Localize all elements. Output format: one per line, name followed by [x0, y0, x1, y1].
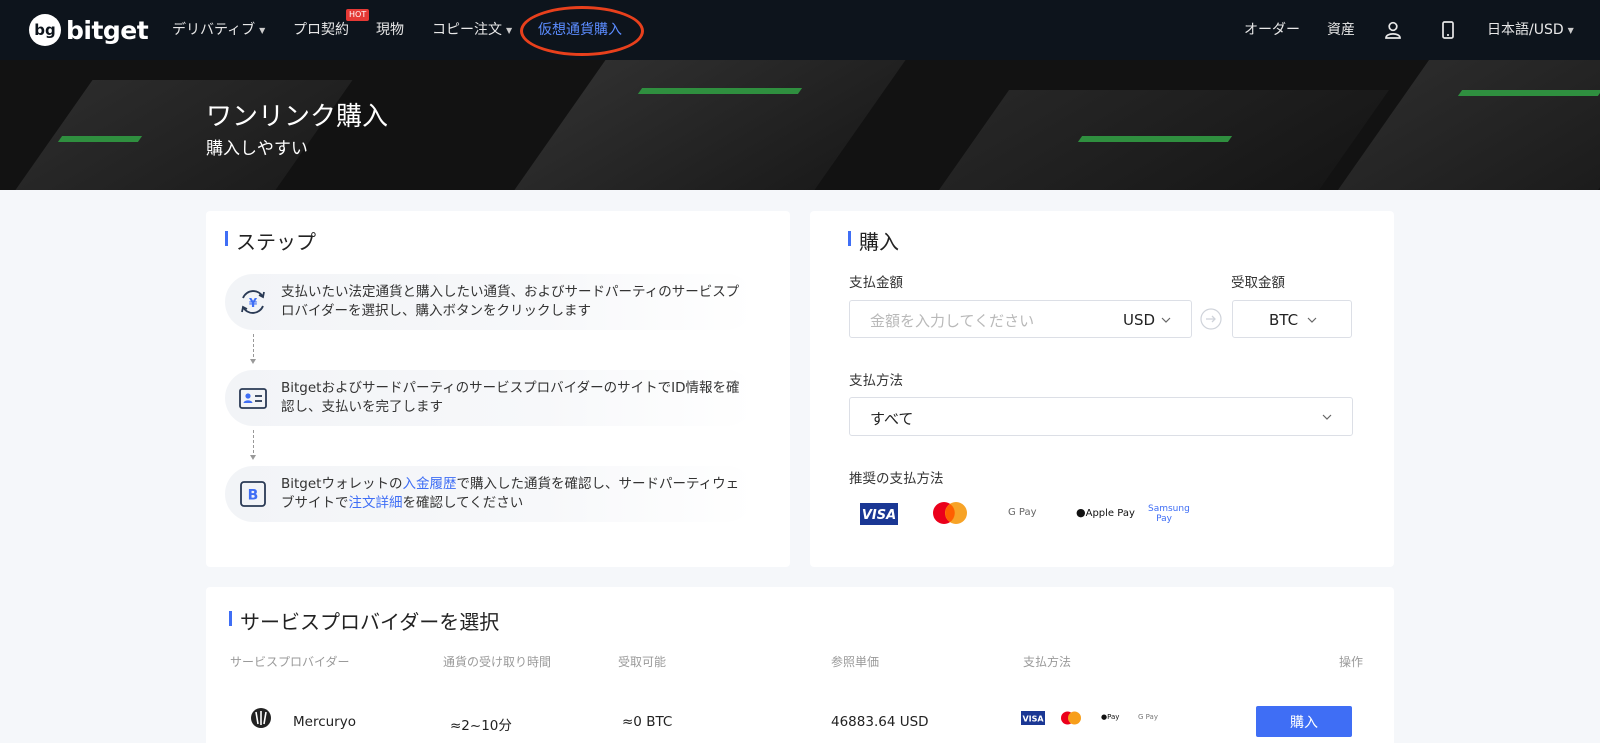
step-1-text: 支払いたい法定通貨と購入したい通貨、およびサードパーティのサービスプロバイダーを…	[281, 284, 740, 319]
apple-pay-small-icon: ●Pay	[1101, 713, 1120, 721]
top-navbar: bg bitget デリバティブ ▼ プロ契約 HOT 現物 コピー注文 ▼ 仮想通…	[0, 0, 1600, 60]
svg-text:¥: ¥	[249, 296, 258, 310]
banner-green-stripe	[1077, 136, 1233, 142]
step-1: ¥ 支払いたい法定通貨と購入したい通貨、およびサードパーティのサービスプロバイダ…	[225, 274, 755, 330]
banner-green-stripe	[57, 136, 143, 142]
deposit-history-link[interactable]: 入金履歴	[402, 476, 456, 492]
svg-text:VISA: VISA	[1022, 715, 1044, 724]
nav-pro-contract-label: プロ契約	[293, 22, 349, 38]
caret-down-icon: ▼	[1567, 25, 1574, 35]
banner-green-stripe	[637, 88, 803, 94]
banner-title: ワンリンク購入	[206, 102, 389, 132]
samsung-pay-logo-icon: Samsung Pay	[1148, 504, 1190, 524]
mercuryo-logo-icon	[251, 708, 271, 728]
highlight-circle	[520, 6, 644, 56]
column-receivable: 受取可能	[618, 655, 667, 669]
step-connector	[250, 430, 256, 460]
pay-method-label: 支払方法	[849, 373, 903, 389]
nav-spot-label: 現物	[376, 22, 404, 38]
arrow-right-circle-icon	[1200, 308, 1222, 330]
pay-amount-placeholder: 金額を入力してください	[870, 312, 1035, 330]
step-connector	[250, 334, 256, 364]
pay-method-select[interactable]: すべて	[849, 397, 1353, 436]
banner-decoration	[500, 60, 920, 190]
step-2: BitgetおよびサードパーティのサービスプロバイダーのサイトでID情報を確認し…	[225, 370, 755, 426]
caret-down-icon: ▼	[506, 25, 513, 35]
column-provider: サービスプロバイダー	[230, 655, 350, 669]
nav-assets-label: 資産	[1327, 22, 1355, 38]
provider-time: ≈2~10分	[450, 718, 512, 734]
column-payment: 支払方法	[1023, 655, 1072, 669]
providers-title: サービスプロバイダーを選択	[228, 606, 499, 635]
nav-spot[interactable]: 現物	[376, 19, 404, 39]
nav-copy-trade-label: コピー注文	[432, 22, 502, 38]
banner-decoration	[1323, 60, 1600, 190]
caret-down-icon: ▼	[259, 25, 266, 35]
provider-price: 46883.64 USD	[831, 714, 929, 730]
receive-amount-label: 受取金額	[1231, 275, 1285, 291]
step-3-text-c: を確認してください	[402, 495, 524, 511]
steps-title: ステップ	[225, 226, 316, 255]
step-3-text-a: Bitgetウォレットの	[281, 476, 403, 492]
google-pay-logo-icon: G Pay	[1008, 507, 1037, 518]
crypto-currency-value: BTC	[1269, 311, 1299, 329]
pay-method-value: すべて	[870, 410, 914, 428]
user-icon[interactable]	[1383, 20, 1403, 40]
fiat-currency-value: USD	[1123, 311, 1156, 329]
nav-copy-trade[interactable]: コピー注文 ▼	[432, 19, 512, 39]
column-time: 通貨の受け取り時間	[443, 655, 552, 669]
fiat-currency-select[interactable]: USD	[1123, 311, 1155, 329]
nav-orders[interactable]: オーダー	[1244, 19, 1300, 39]
nav-assets[interactable]: 資産	[1327, 19, 1355, 39]
buy-title: 購入	[848, 226, 899, 255]
chevron-down-icon	[1322, 414, 1332, 420]
nav-orders-label: オーダー	[1244, 22, 1300, 38]
mastercard-small-icon	[1061, 711, 1081, 725]
bitget-wallet-icon: B	[240, 481, 266, 507]
visa-logo-text: VISA	[862, 508, 896, 523]
chevron-down-icon	[1161, 317, 1171, 323]
mobile-icon[interactable]	[1438, 20, 1458, 40]
step-3-text: Bitgetウォレットの入金履歴で購入した通貨を確認し、サードパーティウェブサイ…	[281, 475, 751, 513]
column-action: 操作	[1339, 655, 1364, 669]
svg-text:B: B	[248, 488, 259, 504]
google-pay-small-icon: G Pay	[1138, 713, 1158, 721]
provider-name: Mercuryo	[293, 714, 356, 730]
apple-pay-logo-icon: ●Apple Pay	[1076, 506, 1135, 519]
pay-amount-label: 支払金額	[849, 275, 903, 291]
banner-subtitle: 購入しやすい	[206, 139, 308, 159]
recommended-methods-label: 推奨の支払方法	[849, 471, 944, 487]
mastercard-logo-icon	[933, 502, 967, 524]
hero-banner: ワンリンク購入 購入しやすい	[0, 60, 1600, 190]
banner-green-stripe	[1457, 90, 1600, 96]
currency-exchange-icon: ¥	[241, 290, 265, 314]
order-details-link[interactable]: 注文詳細	[349, 495, 403, 511]
buy-button[interactable]: 購入	[1256, 706, 1352, 737]
visa-small-icon: VISA	[1021, 711, 1045, 725]
bitget-logo-icon: bg	[29, 14, 61, 46]
id-card-icon	[239, 388, 267, 409]
bitget-logo[interactable]: bg bitget	[29, 14, 149, 46]
step-3: B Bitgetウォレットの入金履歴で購入した通貨を確認し、サードパーティウェブ…	[225, 466, 755, 522]
visa-logo-icon: VISA	[860, 503, 898, 525]
language-currency-label: 日本語/USD	[1487, 22, 1564, 38]
pay-amount-input[interactable]: 金額を入力してください USD	[849, 300, 1192, 338]
provider-receivable: ≈0 BTC	[622, 714, 673, 730]
language-currency-selector[interactable]: 日本語/USD ▼	[1487, 19, 1574, 39]
apple-pay-label: Apple Pay	[1085, 508, 1135, 519]
nav-pro-contract[interactable]: プロ契約	[293, 19, 349, 39]
nav-derivatives-label: デリバティブ	[172, 22, 256, 38]
hot-badge: HOT	[346, 9, 370, 21]
column-price: 参照単価	[831, 655, 880, 669]
bitget-wordmark: bitget	[66, 15, 149, 45]
chevron-down-icon	[1307, 317, 1317, 323]
step-2-text: BitgetおよびサードパーティのサービスプロバイダーのサイトでID情報を確認し…	[281, 380, 740, 415]
crypto-currency-select[interactable]: BTC	[1232, 300, 1352, 338]
nav-derivatives[interactable]: デリバティブ ▼	[172, 19, 265, 39]
